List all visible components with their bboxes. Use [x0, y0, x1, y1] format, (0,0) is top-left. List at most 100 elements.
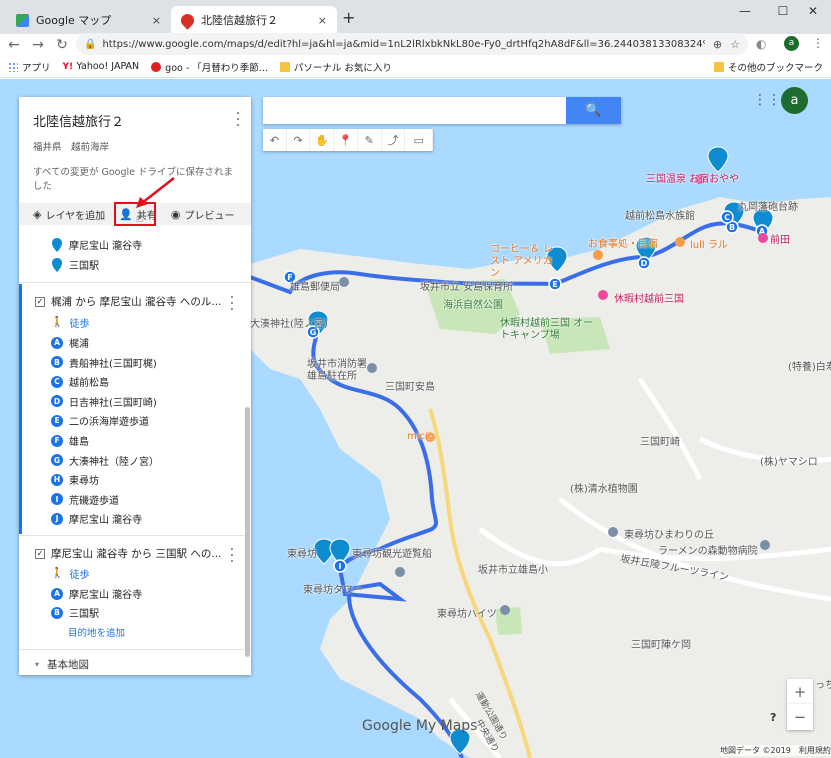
ruler-icon[interactable]: ▭ — [405, 129, 433, 151]
route-stop[interactable]: B 貴船神社(三国町梶) — [51, 355, 157, 370]
layer-checkbox[interactable]: ✓ — [35, 548, 45, 559]
route-stop[interactable]: A 梶浦 — [51, 335, 89, 350]
other-bookmarks[interactable]: その他のブックマーク — [713, 60, 823, 74]
map-attribution[interactable]: 地図データ ©2019 利用規約 — [720, 745, 831, 756]
route-stop[interactable]: G 大湊神社（陸ノ宮） — [51, 453, 159, 468]
stop-letter-badge: G — [51, 454, 63, 467]
route-stop[interactable]: I 荒磯遊歩道 — [51, 492, 119, 507]
marker-d-letter: D — [641, 259, 648, 268]
map-description[interactable]: 福井県 越前海岸 — [33, 139, 237, 153]
undo-icon[interactable]: ↶ — [263, 129, 287, 151]
layer-header[interactable]: ✓ 梶浦 から 摩尼宝山 瀧谷寺 へのル... — [35, 294, 221, 309]
map-label: 東尋坊 — [287, 549, 317, 560]
hand-cursor-icon: ☝ — [136, 211, 144, 225]
help-button[interactable]: ? — [770, 711, 776, 724]
back-icon[interactable]: ← — [2, 37, 26, 53]
basemap-toggle[interactable]: ▾ 基本地図 — [35, 657, 89, 672]
restaurant-icon — [593, 250, 603, 260]
browser-toolbar: ← → ↻ 🔒 https://www.google.com/maps/d/ed… — [0, 33, 831, 56]
route-stop[interactable]: F 雄島 — [51, 433, 89, 448]
zoom-in-button[interactable]: + — [787, 679, 813, 705]
travel-mode[interactable]: 🚶 徒歩 — [51, 315, 89, 330]
map-pin-icon — [52, 257, 62, 272]
route-stop[interactable]: D 日吉神社(三国町崎) — [51, 394, 157, 409]
close-window-button[interactable]: ✕ — [793, 4, 831, 24]
minimize-button[interactable]: — — [725, 4, 765, 24]
bookmark-yahoo[interactable]: Y! Yahoo! JAPAN — [63, 61, 140, 72]
preview-button[interactable]: ◉ プレビュー — [171, 207, 235, 222]
stop-letter-badge: H — [51, 473, 63, 486]
my-maps-pin-icon — [178, 10, 197, 30]
travel-mode[interactable]: 🚶 徒歩 — [51, 566, 89, 581]
forward-icon[interactable]: → — [26, 37, 50, 53]
search-button[interactable]: 🔍 — [566, 97, 621, 124]
extension-icon[interactable]: ◐ — [756, 37, 766, 51]
route-stop[interactable]: C 越前松島 — [51, 374, 109, 389]
bookmark-goo[interactable]: goo - 「月替わり季節... — [151, 60, 268, 74]
stop-letter-badge: E — [51, 414, 63, 427]
add-marker-icon[interactable]: 📍 — [334, 129, 358, 151]
tab-my-maps[interactable]: 北陸信越旅行２ × — [171, 6, 337, 34]
profile-avatar[interactable]: a — [784, 36, 799, 51]
landmark-icon — [367, 363, 377, 373]
hospital-icon — [760, 540, 770, 550]
bookmark-apps[interactable]: アプリ — [8, 60, 51, 74]
list-item[interactable]: 三国駅 — [51, 257, 99, 272]
stop-letter-badge: F — [51, 434, 63, 447]
account-avatar[interactable]: a — [781, 87, 808, 114]
close-icon[interactable]: × — [318, 14, 327, 27]
red-arrow-annotation — [136, 177, 175, 208]
lock-icon: 🔒 — [84, 38, 97, 50]
list-item[interactable]: 摩尼宝山 瀧谷寺 — [51, 237, 142, 252]
map-title[interactable]: 北陸信越旅行２ — [33, 111, 237, 130]
cafe-icon — [675, 237, 685, 247]
map-label: ラーメンの森動物病院 — [658, 546, 758, 557]
tab-strip: Google マップ × 北陸信越旅行２ × + — ☐ ✕ — [0, 0, 831, 34]
map-search-box: 🔍 — [263, 97, 621, 124]
map-label: 三国町陣ケ岡 — [631, 640, 691, 651]
map-label: micic — [407, 431, 434, 442]
redo-icon[interactable]: ↷ — [287, 129, 311, 151]
map-toolbar: ↶ ↷ ✋ 📍 ✎ ⤴ ▭ — [263, 129, 433, 151]
route-stop[interactable]: J 摩尼宝山 瀧谷寺 — [51, 511, 142, 526]
map-label: 東尋坊ハイツ — [437, 609, 497, 620]
stop-letter-badge: J — [51, 512, 63, 525]
draw-line-icon[interactable]: ✎ — [358, 129, 382, 151]
walking-icon: 🚶 — [51, 568, 64, 579]
route-stop[interactable]: H 東尋坊 — [51, 472, 99, 487]
route-stop[interactable]: E 二の浜海岸遊歩道 — [51, 413, 149, 428]
hand-pan-icon[interactable]: ✋ — [310, 129, 335, 151]
walking-icon: 🚶 — [51, 317, 64, 328]
bookmark-star-icon[interactable]: ☆ — [730, 38, 740, 51]
bookmark-folder[interactable]: パソーナル お気に入り — [279, 60, 392, 74]
zoom-icon[interactable]: ⊕ — [713, 38, 722, 51]
layer-checkbox[interactable]: ✓ — [35, 296, 45, 307]
close-icon[interactable]: × — [152, 14, 161, 27]
menu-icon[interactable]: ⋮ — [812, 36, 824, 50]
new-tab-button[interactable]: + — [342, 8, 355, 27]
zoom-out-button[interactable]: − — [787, 704, 813, 730]
reload-icon[interactable]: ↻ — [50, 37, 74, 53]
route-stop[interactable]: A 摩尼宝山 瀧谷寺 — [51, 586, 142, 601]
map-label: (特養)白寿 — [788, 362, 831, 373]
layer-options-menu-icon[interactable]: · · · — [226, 291, 238, 317]
panel-scrollbar[interactable] — [245, 407, 250, 657]
address-bar[interactable]: 🔒 https://www.google.com/maps/d/edit?hl=… — [76, 33, 748, 55]
browser-window: Google マップ × 北陸信越旅行２ × + — ☐ ✕ ← → ↻ 🔒 h… — [0, 0, 831, 758]
layer-header[interactable]: ✓ 摩尼宝山 瀧谷寺 から 三国駅 への... — [35, 546, 221, 561]
tab-google-maps[interactable]: Google マップ × — [6, 6, 171, 34]
add-layer-button[interactable]: ◈ レイヤを追加 — [33, 207, 105, 222]
route-stop[interactable]: B 三国駅 — [51, 605, 99, 620]
parking-icon — [395, 567, 405, 577]
stop-letter-badge: A — [51, 336, 63, 349]
map-label: 休暇村越前三国 — [614, 294, 684, 305]
landmark-icon — [608, 527, 618, 537]
search-input[interactable] — [263, 97, 563, 124]
map-options-menu-icon[interactable]: · · · — [232, 107, 244, 133]
add-destination-link[interactable]: 目的地を追加 — [68, 625, 125, 639]
add-directions-icon[interactable]: ⤴ — [382, 129, 406, 151]
marker-b-letter: B — [729, 223, 735, 232]
hotel-icon — [758, 233, 768, 243]
map-label: lull ラル — [690, 240, 728, 251]
layer-options-menu-icon[interactable]: · · · — [226, 543, 238, 569]
